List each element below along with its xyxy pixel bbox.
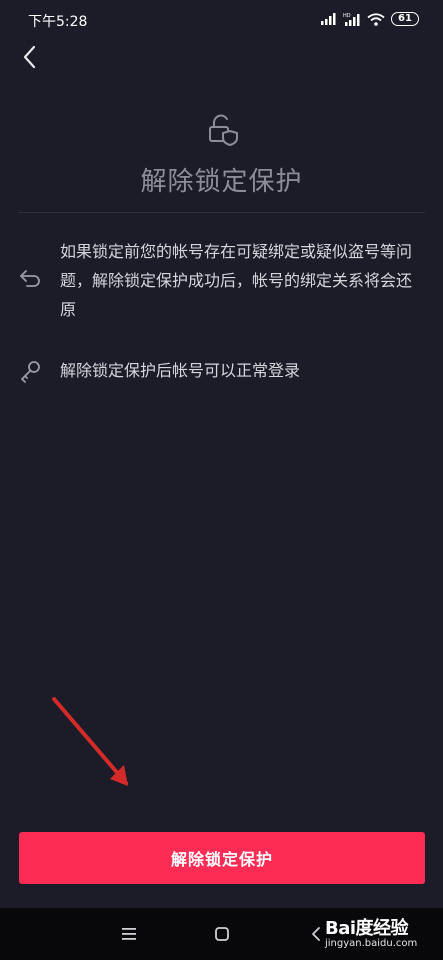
divider bbox=[18, 212, 425, 213]
watermark-url: jingyan.baidu.com bbox=[325, 938, 418, 949]
undo-icon bbox=[18, 265, 44, 291]
triangle-back-icon bbox=[312, 927, 320, 941]
nav-home-button[interactable] bbox=[209, 922, 235, 946]
menu-icon bbox=[122, 928, 136, 940]
signal-hd-icon: HD bbox=[343, 12, 361, 26]
annotation-arrow bbox=[52, 697, 128, 786]
key-icon bbox=[18, 358, 44, 384]
baidu-jingyan-watermark: Bai度经验 jingyan.baidu.com bbox=[325, 910, 417, 956]
status-time: 下午5:28 bbox=[28, 14, 88, 30]
battery-indicator: 61 bbox=[391, 12, 419, 26]
signal-icon bbox=[321, 13, 337, 25]
svg-text:HD: HD bbox=[343, 13, 351, 19]
page-title: 解除锁定保护 bbox=[140, 167, 303, 197]
status-bar: 下午5:28 HD 61 bbox=[0, 0, 443, 38]
lock-shield-icon bbox=[206, 113, 240, 147]
unlock-protection-button[interactable]: 解除锁定保护 bbox=[19, 832, 425, 884]
back-button[interactable] bbox=[14, 42, 44, 72]
status-icons: HD 61 bbox=[321, 10, 419, 28]
wifi-icon bbox=[367, 12, 385, 26]
chevron-left-icon bbox=[23, 45, 36, 69]
square-home-icon bbox=[215, 927, 229, 941]
info-text: 如果锁定前您的帐号存在可疑绑定或疑似盗号等问题，解除锁定保护成功后，帐号的绑定关… bbox=[60, 242, 413, 319]
info-text: 解除锁定保护后帐号可以正常登录 bbox=[60, 361, 301, 380]
nav-menu-button[interactable] bbox=[116, 922, 142, 946]
watermark-brand: Bai度经验 bbox=[325, 918, 409, 939]
